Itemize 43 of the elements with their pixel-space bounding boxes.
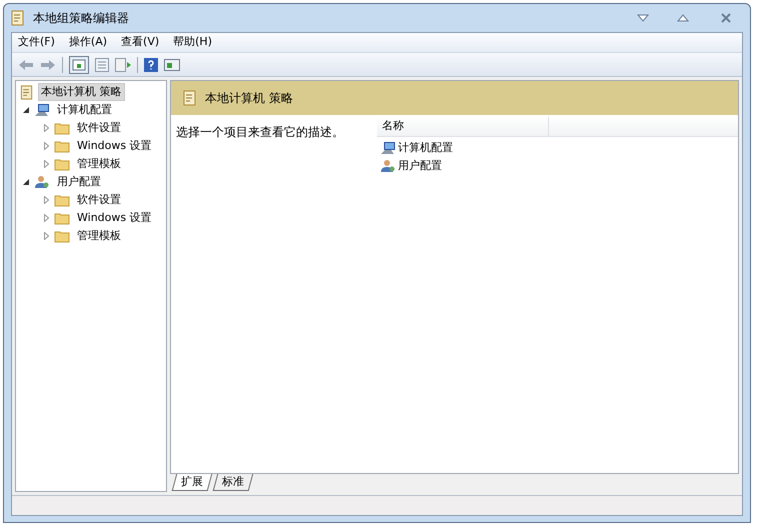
minimize-icon[interactable] [637, 14, 649, 22]
folder-icon [54, 122, 70, 134]
properties-icon[interactable] [95, 58, 109, 72]
maximize-icon[interactable] [677, 14, 689, 22]
tree-item[interactable]: 本地计算机 策略 [38, 82, 124, 102]
window-icon[interactable] [164, 58, 180, 70]
help-icon[interactable] [144, 58, 158, 72]
tree-item[interactable]: Windows 设置 [74, 136, 155, 156]
tree-item[interactable]: 计算机配置 [54, 100, 115, 120]
export-icon[interactable] [115, 58, 131, 72]
tab[interactable]: 扩展 [172, 474, 212, 491]
description-text: 选择一个项目来查看它的描述。 [176, 125, 344, 139]
menu-item[interactable]: 帮助(H) [173, 34, 212, 51]
menu-item[interactable]: 文件(F) [18, 34, 55, 51]
tree-item[interactable]: 软件设置 [74, 118, 124, 138]
menu-item[interactable]: 操作(A) [68, 34, 108, 51]
computer-icon [380, 141, 396, 155]
tab[interactable]: 标准 [212, 474, 254, 491]
console-tree-icon[interactable] [69, 56, 89, 74]
tree-item[interactable]: 管理模板 [74, 226, 124, 246]
close-icon[interactable] [721, 13, 731, 23]
policy-icon [183, 90, 197, 106]
computer-icon [34, 103, 50, 117]
user-icon [34, 175, 50, 189]
pane-title: 本地计算机 策略 [205, 90, 293, 107]
tree-item[interactable]: 用户配置 [54, 172, 104, 192]
folder-icon [54, 230, 70, 242]
forward-icon[interactable] [40, 58, 56, 70]
tree-item[interactable]: 管理模板 [74, 154, 124, 174]
tree-item[interactable]: Windows 设置 [74, 208, 155, 228]
window-title: 本地组策略编辑器 [33, 10, 129, 27]
user-icon [380, 159, 396, 173]
back-icon[interactable] [18, 58, 34, 70]
list-item[interactable]: 计算机配置 [398, 140, 453, 156]
menu-item[interactable]: 查看(V) [121, 34, 160, 51]
policy-icon [20, 84, 34, 100]
folder-icon [54, 212, 70, 224]
folder-icon [54, 140, 70, 152]
folder-icon [54, 194, 70, 206]
folder-icon [54, 158, 70, 170]
tree-item[interactable]: 软件设置 [74, 190, 124, 210]
list-item[interactable]: 用户配置 [398, 158, 442, 174]
policy-icon [11, 10, 25, 26]
